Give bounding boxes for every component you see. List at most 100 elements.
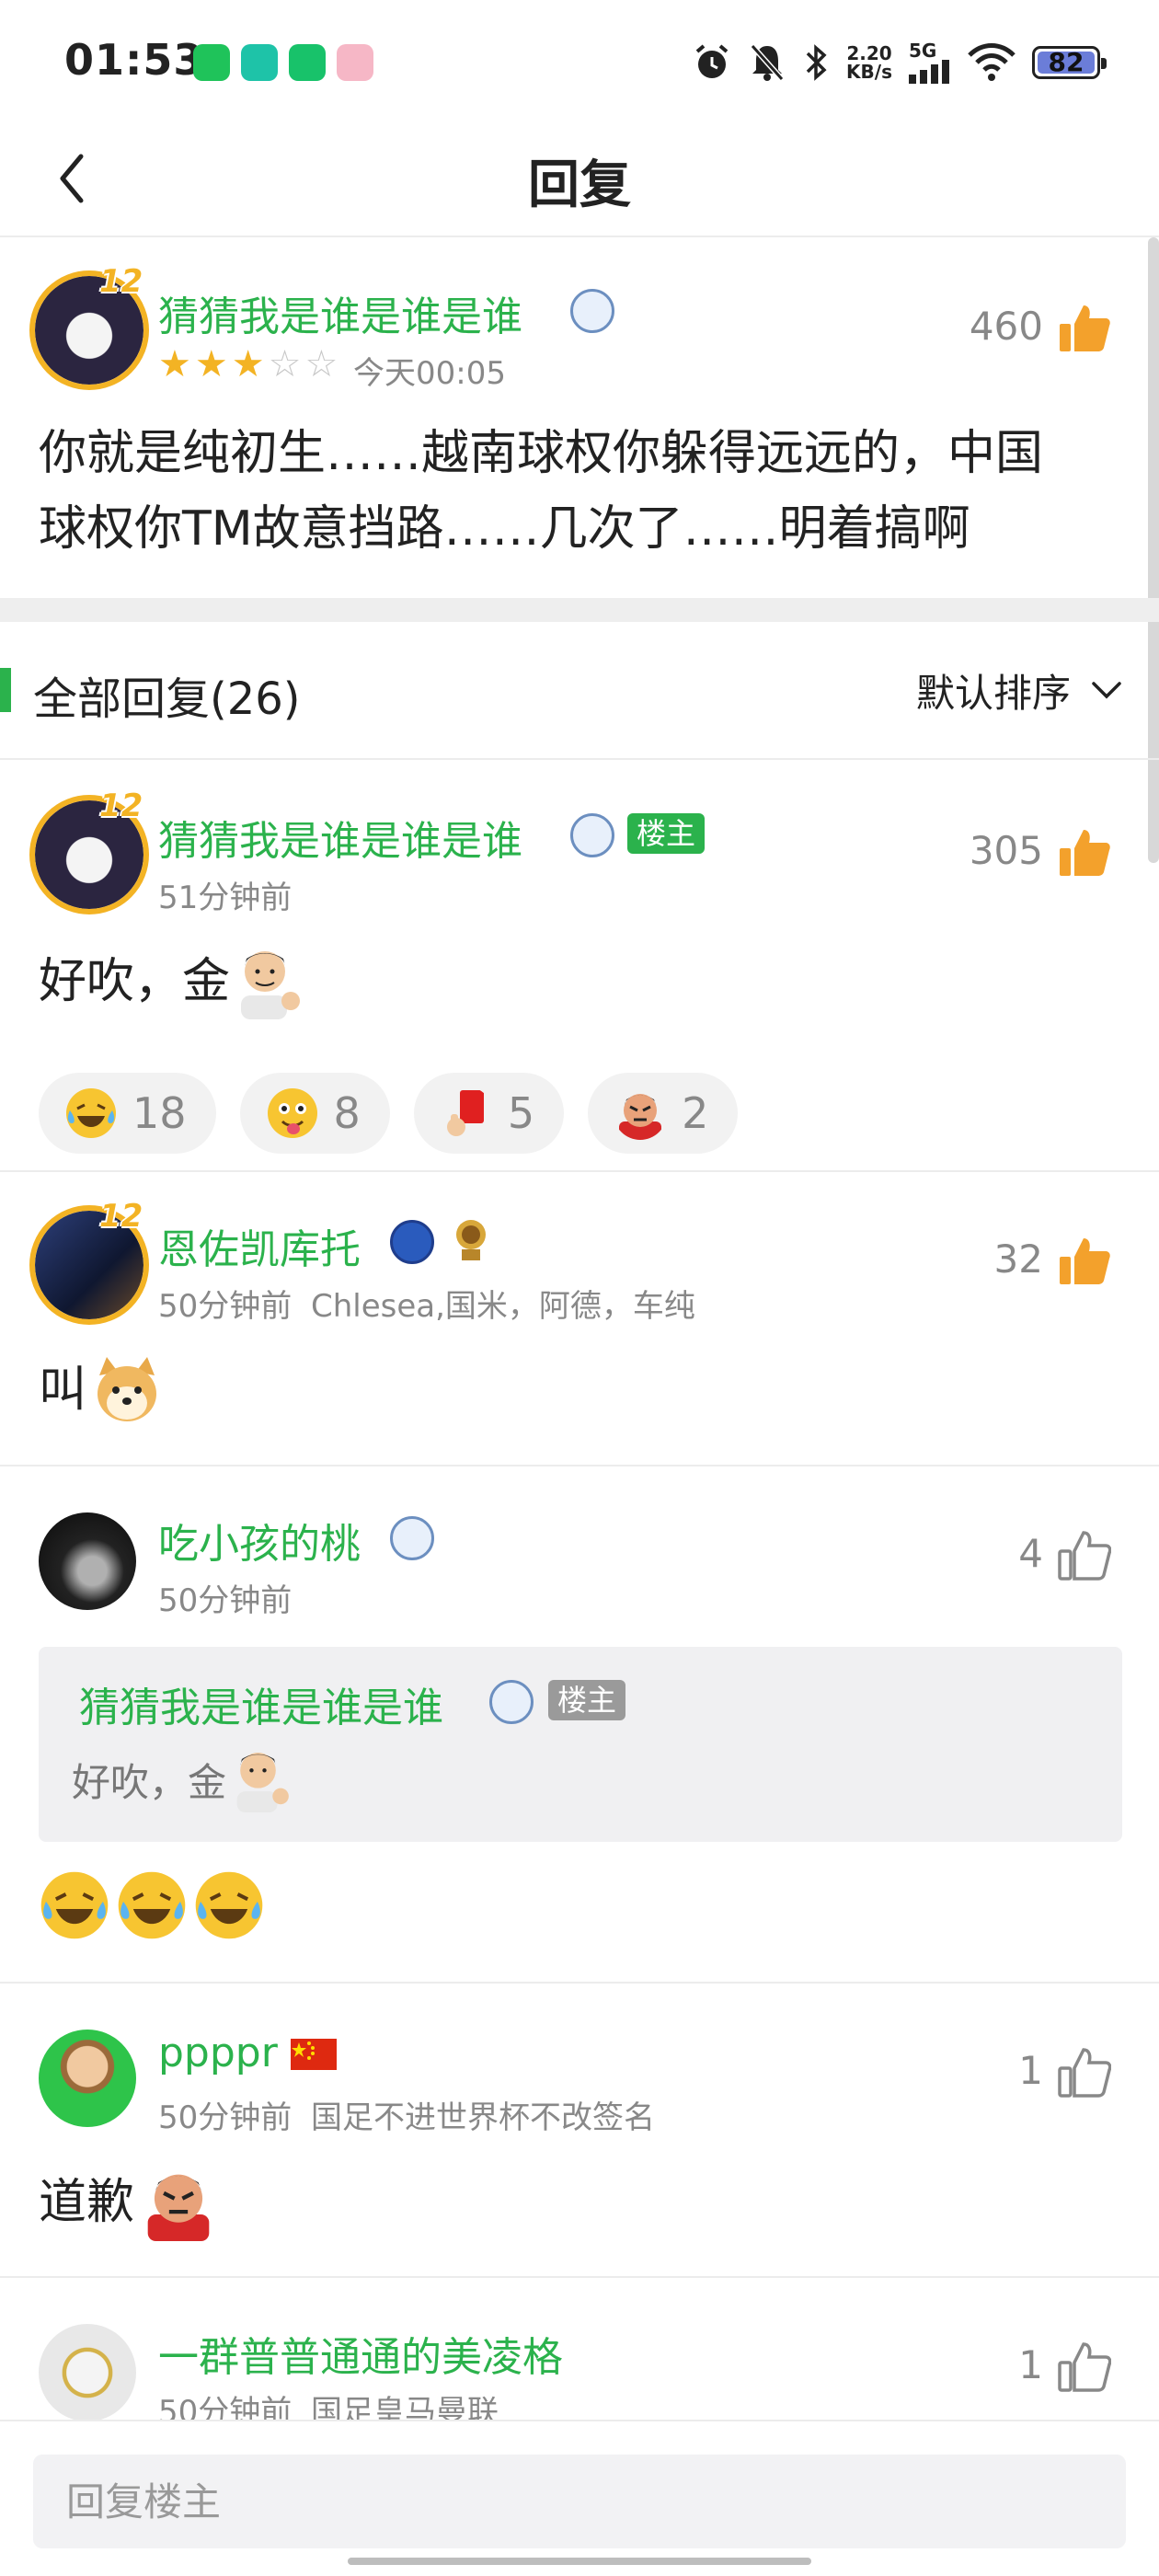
reaction-chip[interactable]: 18 xyxy=(39,1073,216,1154)
star-filled-icon: ★ xyxy=(158,343,191,385)
username[interactable]: 吃小孩的桃 xyxy=(158,1511,361,1570)
signal-bars-icon xyxy=(909,60,949,84)
network-type: 5G xyxy=(909,40,937,62)
thumbs-up-outline-icon[interactable] xyxy=(1056,1527,1112,1582)
top-nav: 回复 xyxy=(0,120,1159,237)
reply-content: 叫 xyxy=(39,1352,164,1428)
replies-header: 全部回复(26) 默认排序 xyxy=(0,622,1159,760)
laughing-tears-emoji-icon xyxy=(195,1871,263,1939)
man-city-team-icon xyxy=(489,1680,534,1724)
app-notification-icon-mi xyxy=(289,44,326,81)
man-city-team-icon xyxy=(570,813,614,857)
quoted-reply[interactable]: 猜猜我是谁是谁是谁 楼主 好吹，金 xyxy=(39,1647,1122,1842)
tongue-out-emoji-icon xyxy=(267,1088,317,1138)
app-notification-icon-pet xyxy=(337,44,373,81)
chevron-down-icon xyxy=(1092,681,1121,698)
alarm-icon xyxy=(692,42,732,83)
laughing-tears-emoji-icon xyxy=(66,1088,116,1138)
reaction-chip[interactable]: 2 xyxy=(588,1073,739,1154)
thumbs-up-icon[interactable] xyxy=(1056,300,1111,355)
star-filled-icon: ★ xyxy=(194,343,228,385)
rating-stars: ★ ★ ★ ☆ ☆ xyxy=(158,346,338,383)
chelsea-team-icon xyxy=(390,1220,434,1264)
mute-bell-icon xyxy=(749,42,786,83)
reaction-count: 8 xyxy=(333,1088,361,1138)
quoted-text: 好吹，金 xyxy=(72,1746,291,1812)
like-count: 460 xyxy=(969,304,1043,349)
username[interactable]: 一群普普通通的美凌格 xyxy=(158,2324,563,2383)
star-empty-icon: ☆ xyxy=(304,343,339,385)
reply-text: 道歉 xyxy=(39,2175,135,2230)
page-title: 回复 xyxy=(528,155,631,215)
shiba-dog-sticker-icon xyxy=(90,1353,164,1427)
battery-tip xyxy=(1101,58,1107,69)
man-city-team-icon xyxy=(570,289,614,333)
angry-face-emoji-icon xyxy=(619,1094,662,1140)
bluetooth-icon xyxy=(802,42,830,83)
battery-level: 82 xyxy=(1048,47,1084,77)
avatar[interactable] xyxy=(39,2324,136,2421)
level-badge: 12 xyxy=(99,263,143,300)
reaction-count: 18 xyxy=(132,1088,187,1138)
laughing-tears-emoji-icon xyxy=(118,1871,186,1939)
thumbs-up-outline-icon[interactable] xyxy=(1056,2339,1112,2394)
reaction-count: 2 xyxy=(682,1088,709,1138)
username[interactable]: ppppr xyxy=(158,2030,278,2076)
user-signature: 国足不进世界杯不改签名 xyxy=(311,2099,655,2136)
thumbs-up-guy-sticker-icon xyxy=(235,944,302,1019)
laughing-tears-emoji-icon xyxy=(40,1871,109,1939)
section-separator xyxy=(0,598,1159,622)
like-count: 4 xyxy=(1018,1531,1043,1576)
status-icons: 2.20 KB/s 5G 82 xyxy=(692,37,1107,88)
home-indicator[interactable] xyxy=(348,2558,811,2565)
reply-input[interactable] xyxy=(33,2455,1126,2548)
reaction-bar: 18 8 5 2 xyxy=(39,1073,739,1154)
post-text-line: 你就是纯初生……越南球权你躲得远远的，中国 xyxy=(39,426,1044,481)
net-speed: 2.20 KB/s xyxy=(846,44,892,81)
like-count: 1 xyxy=(1018,2048,1043,2093)
replies-count-title: 全部回复(26) xyxy=(33,673,301,725)
username[interactable]: 恩佐凯库托 xyxy=(158,1216,361,1275)
reaction-count: 5 xyxy=(507,1088,535,1138)
op-badge: 楼主 xyxy=(627,813,706,854)
like-count: 1 xyxy=(1018,2342,1043,2387)
app-notification-icon-green xyxy=(193,44,230,81)
section-accent-bar xyxy=(0,668,11,712)
status-bar: 01:53 2.20 KB/s 5G 82 xyxy=(0,0,1159,120)
thumbs-up-outline-icon[interactable] xyxy=(1056,2044,1112,2099)
op-badge: 楼主 xyxy=(548,1680,626,1720)
man-city-team-icon xyxy=(390,1516,434,1560)
reply-time: 50分钟前 xyxy=(158,2099,293,2136)
reaction-chip[interactable]: 8 xyxy=(239,1073,390,1154)
scrollbar[interactable] xyxy=(1148,237,1159,863)
post-text-line: 球权你TM故意挡路……几次了……明着搞啊 xyxy=(39,501,970,557)
app-notification-icon-teal xyxy=(241,44,278,81)
reply-bar xyxy=(0,2420,1159,2576)
angry-man-sticker-icon xyxy=(140,2164,217,2241)
status-time: 01:53 xyxy=(64,35,204,85)
like-count: 32 xyxy=(993,1236,1043,1282)
avatar[interactable] xyxy=(39,1512,136,1610)
avatar[interactable] xyxy=(39,2030,136,2127)
thumbs-up-icon[interactable] xyxy=(1056,824,1111,880)
like-count: 305 xyxy=(969,828,1043,873)
reply-time: 50分钟前 xyxy=(158,1288,293,1325)
divider xyxy=(0,2276,1159,2278)
reply-time: 51分钟前 xyxy=(158,880,293,916)
divider xyxy=(0,1982,1159,1984)
thumbs-up-icon[interactable] xyxy=(1056,1233,1111,1288)
reply-text: 好吹，金 xyxy=(39,954,231,1009)
reaction-chip[interactable]: 5 xyxy=(413,1073,565,1154)
reply-content: 好吹，金 xyxy=(39,944,302,1019)
sort-dropdown[interactable]: 默认排序 xyxy=(916,662,1122,719)
username[interactable]: 猜猜我是谁是谁是谁 xyxy=(158,808,522,867)
post-time: 今天00:05 xyxy=(353,355,506,392)
sort-label: 默认排序 xyxy=(915,671,1071,716)
net-speed-value: 2.20 xyxy=(846,42,892,64)
star-filled-icon: ★ xyxy=(231,343,265,385)
username[interactable]: 猜猜我是谁是谁是谁 xyxy=(158,283,522,342)
reply-content: 道歉 xyxy=(39,2164,217,2241)
quoted-text-content: 好吹，金 xyxy=(72,1759,227,1805)
post-content: 你就是纯初生……越南球权你躲得远远的，中国 球权你TM故意挡路……几次了……明着… xyxy=(39,416,1043,567)
quoted-username: 猜猜我是谁是谁是谁 xyxy=(79,1685,443,1731)
